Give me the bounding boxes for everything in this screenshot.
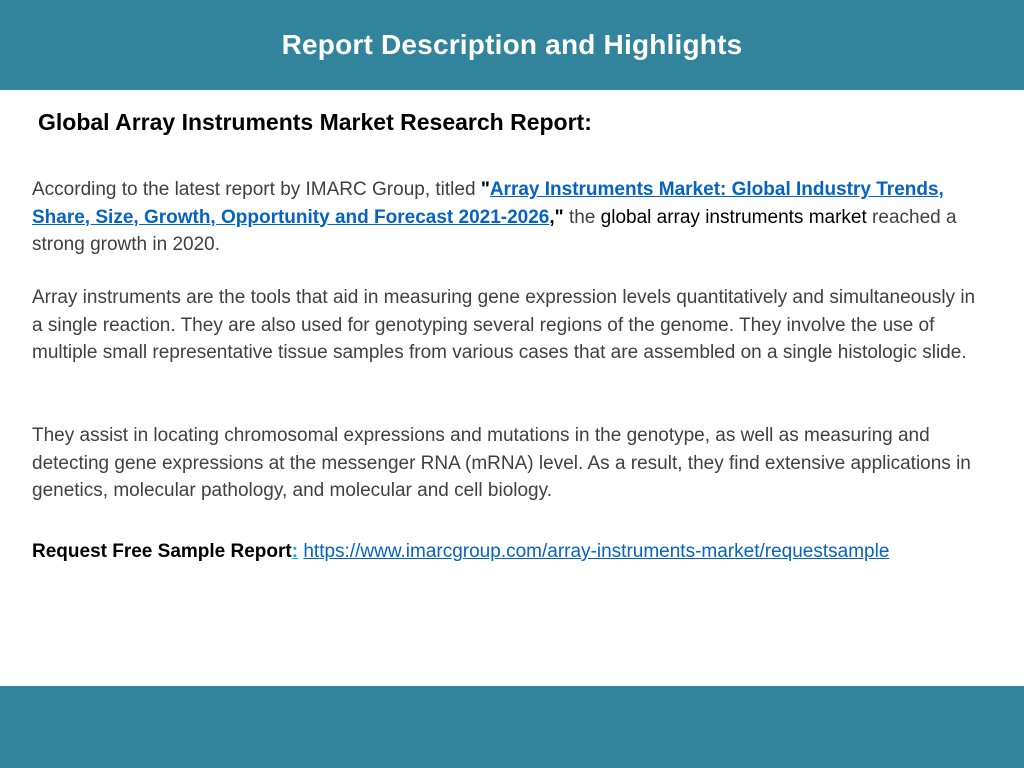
intro-text: According to the latest report by IMARC … [32, 179, 481, 200]
report-heading: Global Array Instruments Market Research… [38, 109, 592, 135]
description-paragraph: Array instruments are the tools that aid… [32, 287, 976, 363]
open-quote: " [480, 179, 490, 200]
page-title: Report Description and Highlights [281, 29, 743, 60]
header-band: Report Description and Highlights [0, 0, 1024, 90]
slide: Report Description and Highlights Global… [0, 0, 1024, 768]
market-highlight: global array instruments market [600, 206, 867, 228]
intro-paragraph: According to the latest report by IMARC … [32, 176, 987, 259]
sample-request-line: Request Free Sample Report: https://www.… [32, 538, 987, 566]
sample-request-link[interactable]: https://www.imarcgroup.com/array-instrum… [303, 541, 889, 562]
sample-request-label: Request Free Sample Report [32, 541, 292, 562]
footer-band [0, 686, 1024, 768]
applications-paragraph: They assist in locating chromosomal expr… [32, 425, 971, 501]
mid-text: the [563, 206, 601, 228]
close-quote: ," [549, 206, 564, 228]
